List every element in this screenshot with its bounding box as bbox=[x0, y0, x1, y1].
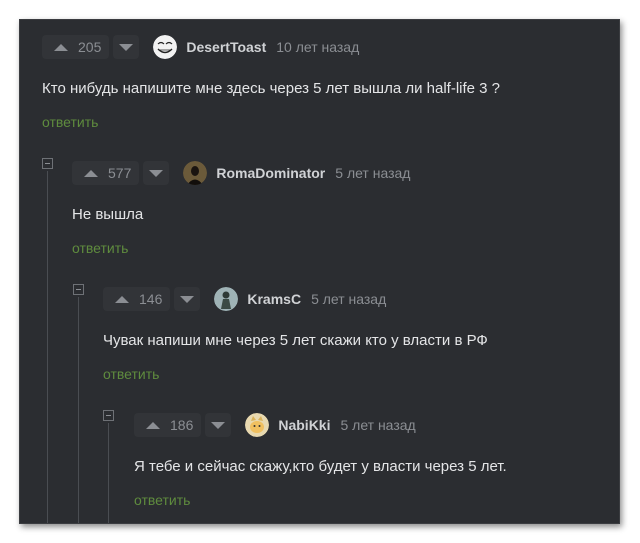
rating-value: 146 bbox=[139, 291, 163, 307]
rating-value: 186 bbox=[170, 417, 194, 433]
rating-value: 577 bbox=[108, 165, 132, 181]
upvote-button[interactable]: 205 bbox=[42, 35, 110, 59]
comment-timestamp: 5 лет назад bbox=[311, 291, 387, 307]
comment-text: Я тебе и сейчас скажу,кто будет у власти… bbox=[134, 458, 507, 475]
troll-face-icon[interactable] bbox=[153, 35, 178, 59]
arrow-down-icon bbox=[211, 421, 226, 429]
arrow-up-icon bbox=[146, 421, 160, 429]
reply-link[interactable]: ответить bbox=[134, 492, 190, 508]
username-link[interactable]: DesertToast bbox=[186, 39, 266, 55]
arrow-down-icon bbox=[149, 169, 164, 177]
downvote-button[interactable] bbox=[113, 35, 140, 59]
arrow-up-icon bbox=[54, 43, 68, 51]
downvote-button[interactable] bbox=[205, 413, 232, 437]
reply-link[interactable]: ответить bbox=[103, 366, 159, 382]
thread-line-level-3[interactable] bbox=[108, 423, 109, 523]
comment-text: Кто нибудь напишите мне здесь через 5 ле… bbox=[42, 80, 501, 97]
comment-timestamp: 5 лет назад bbox=[340, 417, 416, 433]
username-link[interactable]: RomaDominator bbox=[216, 165, 325, 181]
thread-line-level-1[interactable] bbox=[47, 171, 48, 523]
comment-header: 205 DesertToast 10 лет назад bbox=[42, 35, 359, 59]
arrow-up-icon bbox=[84, 169, 98, 177]
comment-text: Не вышла bbox=[72, 206, 144, 223]
downvote-button[interactable] bbox=[143, 161, 170, 185]
reply-link[interactable]: ответить bbox=[42, 114, 98, 130]
rating-value: 205 bbox=[78, 39, 102, 55]
upvote-button[interactable]: 146 bbox=[103, 287, 171, 311]
arrow-down-icon bbox=[180, 295, 195, 303]
collapse-toggle-level-3[interactable] bbox=[103, 410, 114, 421]
comment-header: 577 RomaDominator 5 лет назад bbox=[72, 161, 410, 185]
arrow-down-icon bbox=[119, 43, 134, 51]
reply-link[interactable]: ответить bbox=[72, 240, 128, 256]
downvote-button[interactable] bbox=[174, 287, 201, 311]
upvote-button[interactable]: 577 bbox=[72, 161, 140, 185]
username-link[interactable]: NabiKki bbox=[278, 417, 330, 433]
arrow-up-icon bbox=[115, 295, 129, 303]
comment-timestamp: 10 лет назад bbox=[276, 39, 360, 55]
collapse-toggle-level-1[interactable] bbox=[42, 158, 53, 169]
username-link[interactable]: KramsC bbox=[247, 291, 301, 307]
collapse-toggle-level-2[interactable] bbox=[73, 284, 84, 295]
figure-portrait-icon[interactable] bbox=[214, 287, 239, 311]
dark-portrait-icon[interactable] bbox=[183, 161, 208, 185]
thread-line-level-2[interactable] bbox=[78, 297, 79, 523]
comment-timestamp: 5 лет назад bbox=[335, 165, 411, 181]
comments-thread: 205 DesertToast 10 лет назад Кто нибудь … bbox=[19, 19, 620, 524]
comment-header: 186 NabiKki 5 лет назад bbox=[134, 413, 416, 437]
cat-avatar-icon[interactable] bbox=[245, 413, 270, 437]
comment-text: Чувак напиши мне через 5 лет скажи кто у… bbox=[103, 332, 488, 349]
comment-header: 146 KramsC 5 лет назад bbox=[103, 287, 386, 311]
upvote-button[interactable]: 186 bbox=[134, 413, 202, 437]
